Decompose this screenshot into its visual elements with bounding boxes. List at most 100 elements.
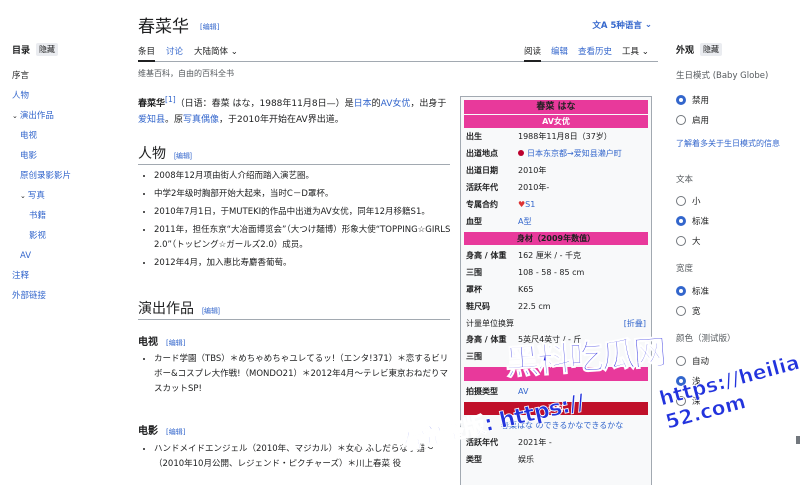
infobox-row: 出生 1988年11月8日（37岁）	[461, 128, 651, 145]
infobox-key: 拍摄类型	[466, 387, 498, 396]
radio-button[interactable]	[676, 356, 686, 366]
chevron-down-icon[interactable]: ⌄	[12, 112, 18, 120]
lead-text: 。原	[165, 115, 184, 125]
infobox-key: 出道地点	[466, 149, 498, 158]
section-edit-link[interactable]: [编辑]	[174, 153, 192, 160]
link-av-actress[interactable]: AV女优	[381, 99, 411, 109]
toc-item-label: 人物	[12, 91, 30, 101]
toc-item[interactable]: 注释	[12, 266, 71, 286]
infobox-value: A型	[518, 216, 651, 227]
infobox-value: 2010年	[518, 165, 651, 176]
toc-item[interactable]: 影视	[12, 226, 71, 246]
tab-talk[interactable]: 讨论	[166, 45, 183, 57]
chevron-down-icon: ⌄	[230, 47, 238, 57]
page-tabs: 条目 讨论 大陆简体 ⌄ 阅读 编辑 查看历史 工具 ⌄	[138, 40, 658, 62]
tab-article[interactable]: 条目	[138, 45, 156, 62]
section-heading-works: 演出作品 [编辑]	[138, 298, 220, 318]
toc-item[interactable]: 外部链接	[12, 286, 71, 306]
infobox-key: 罩杯	[466, 285, 482, 294]
radio-button[interactable]	[676, 236, 686, 246]
radio-button[interactable]	[676, 306, 686, 316]
radio-option[interactable]: 禁用	[676, 94, 709, 106]
infobox-value-text[interactable]: 日本东京都→爱知县濑户町	[527, 149, 622, 158]
radio-option[interactable]: 自动	[676, 355, 709, 367]
infobox-row: 专属合约 ♥S1	[461, 196, 651, 213]
infobox-body-rows: 身高 / 体重 162 厘米 / - 千克三围 108 - 58 - 85 cm 罩杯…	[461, 247, 651, 315]
infobox-row: 类型 娱乐	[461, 451, 651, 468]
infobox-row: 鞋尺码 22.5 cm	[461, 298, 651, 315]
radio-option[interactable]: 启用	[676, 114, 709, 126]
variant-dropdown[interactable]: 大陆简体 ⌄	[194, 45, 238, 57]
section-divider	[138, 319, 450, 320]
toc-item[interactable]: 人物	[12, 86, 71, 106]
scrollbar-thumb[interactable]	[796, 436, 800, 444]
radio-option[interactable]: 小	[676, 195, 701, 207]
radio-label: 小	[692, 197, 701, 207]
radio-button[interactable]	[676, 115, 686, 125]
infobox-value-text[interactable]: A型	[518, 217, 531, 226]
radio-option[interactable]: 宽	[676, 305, 701, 317]
toc-item-label: 注释	[12, 271, 30, 281]
toc-item[interactable]: 原创录影影片	[12, 166, 71, 186]
infobox-row: 身高 / 体重 162 厘米 / - 千克	[461, 247, 651, 264]
reference-link[interactable]: [1]	[165, 95, 176, 104]
infobox-key: 三围	[466, 268, 482, 277]
link-japan[interactable]: 日本	[354, 99, 372, 109]
unit-conversion-label: 计量单位换算	[466, 318, 514, 328]
infobox-key: 类型	[466, 455, 482, 464]
infobox-value-text: 162 厘米 / - 千克	[518, 251, 582, 260]
infobox-row: 血型 A型	[461, 213, 651, 230]
toc-title: 目录	[12, 46, 31, 56]
toc-hide-button[interactable]: 隐藏	[36, 43, 59, 56]
tab-read[interactable]: 阅读	[524, 45, 542, 62]
radio-option[interactable]: 标准	[676, 285, 709, 297]
learn-more-link[interactable]: 了解着多关于生日模式的信息	[676, 138, 788, 150]
tab-history[interactable]: 查看历史	[578, 45, 612, 57]
radio-button[interactable]	[676, 196, 686, 206]
toc-item[interactable]: 书籍	[12, 206, 71, 226]
toc-item[interactable]: AV	[12, 246, 71, 266]
radio-label: 宽	[692, 307, 701, 317]
toc-item[interactable]: 序言	[12, 66, 71, 86]
radio-option[interactable]: 大	[676, 235, 701, 247]
infobox-key: 出道日期	[466, 166, 498, 175]
radio-label: 标准	[692, 287, 710, 297]
radio-button[interactable]	[676, 216, 686, 226]
tab-edit[interactable]: 编辑	[551, 45, 568, 57]
toc-item[interactable]: 电影	[12, 146, 71, 166]
chevron-down-icon[interactable]: ⌄	[20, 192, 26, 200]
radio-button[interactable]	[676, 286, 686, 296]
appearance-title: 外观	[676, 46, 695, 56]
toc-item[interactable]: 电视	[12, 126, 71, 146]
subsection-edit-link[interactable]: [编辑]	[166, 339, 185, 347]
title-edit-link[interactable]: [编辑]	[200, 22, 219, 32]
infobox-value-text: 108 - 58 - 85 cm	[518, 268, 585, 277]
radio-option[interactable]: 标准	[676, 215, 709, 227]
toc-item[interactable]: ⌄ 演出作品	[12, 106, 71, 126]
link-aichi[interactable]: 爱知县	[138, 115, 165, 125]
infobox-key: 活跃年代	[466, 183, 498, 192]
infobox-row: 活跃年代 2010年-	[461, 179, 651, 196]
site-subtitle: 维基百科，自由的百科全书	[138, 69, 234, 78]
radio-button[interactable]	[676, 95, 686, 105]
subsection-edit-link[interactable]: [编辑]	[166, 428, 185, 436]
toc-item-label: 演出作品	[19, 111, 54, 121]
section-title: 演出作品	[138, 301, 194, 317]
infobox-value-text[interactable]: S1	[525, 200, 535, 209]
list-item: 2008年12月项由街人介绍而踏入演艺圈。	[154, 169, 454, 184]
infobox-key: 出生	[466, 132, 482, 141]
infobox-value-text: 2021年 -	[518, 438, 552, 447]
infobox-value: ♥S1	[518, 200, 651, 209]
infobox-row: 罩杯 K65	[461, 281, 651, 298]
link-gravure-idol[interactable]: 写真偶像	[183, 115, 219, 125]
section-edit-link[interactable]: [编辑]	[202, 308, 220, 315]
tools-dropdown[interactable]: 工具 ⌄	[622, 45, 649, 57]
language-button[interactable]: 文A 5种语言 ⌄	[592, 19, 652, 31]
language-count: 5种语言	[610, 21, 642, 31]
infobox-rows: 出生 1988年11月8日（37岁） 出道地点 日本东京都→爱知县濑户町出道日期 201…	[461, 128, 651, 230]
toc-item[interactable]: ⌄ 写真	[12, 186, 71, 206]
appearance-hide-button[interactable]: 隐藏	[700, 43, 723, 56]
infobox-value: 162 厘米 / - 千克	[518, 250, 651, 261]
japan-flag-icon	[518, 150, 524, 156]
color-label: 颜色（测试版）	[676, 334, 736, 344]
